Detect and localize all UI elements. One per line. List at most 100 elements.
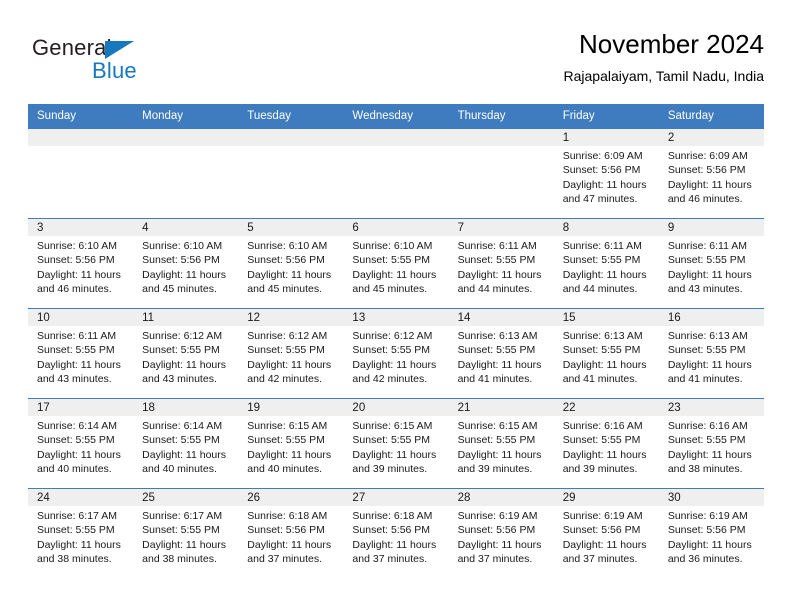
day-number: 16	[658, 309, 764, 326]
day-sun-info: Sunrise: 6:13 AM Sunset: 5:55 PM Daylight:…	[554, 326, 659, 387]
calendar-day-cell[interactable]: 16 Sunrise: 6:13 AM Sunset: 5:55 PM Dayligh…	[658, 309, 764, 398]
sunset-text: Sunset: 5:56 PM	[457, 524, 536, 537]
day-sun-info: Sunrise: 6:19 AM Sunset: 5:56 PM Daylight:…	[449, 506, 554, 567]
sunset-text: Sunset: 5:56 PM	[247, 254, 325, 267]
day-number: 6	[343, 219, 449, 236]
daylight-text: Daylight: 11 hours and 42 minutes.	[247, 358, 332, 386]
day-sun-info: Sunrise: 6:14 AM Sunset: 5:55 PM Daylight:…	[28, 416, 133, 477]
calendar-day-cell[interactable]: 21 Sunrise: 6:15 AM Sunset: 5:55 PM Dayligh…	[448, 399, 554, 488]
calendar-day-cell[interactable]: 5 Sunrise: 6:10 AM Sunset: 5:56 PM Daylight…	[238, 219, 344, 308]
calendar-day-cell[interactable]: 28 Sunrise: 6:19 AM Sunset: 5:56 PM Dayligh…	[448, 489, 554, 578]
sunrise-text: Sunrise: 6:15 AM	[247, 420, 328, 432]
day-number: 28	[448, 489, 554, 506]
sunrise-text: Sunrise: 6:18 AM	[247, 510, 328, 522]
daylight-text: Daylight: 11 hours and 38 minutes.	[142, 538, 226, 566]
calendar-weeks: 1 Sunrise: 6:09 AM Sunset: 5:56 PM Daylight…	[28, 128, 764, 578]
day-number: 8	[553, 219, 659, 236]
daylight-text: Daylight: 11 hours and 38 minutes.	[37, 538, 121, 566]
calendar-day-cell[interactable]: 22 Sunrise: 6:16 AM Sunset: 5:55 PM Dayligh…	[553, 399, 659, 488]
day-sun-info: Sunrise: 6:15 AM Sunset: 5:55 PM Daylight:…	[238, 416, 343, 477]
sunrise-text: Sunrise: 6:18 AM	[352, 510, 433, 522]
calendar-day-cell[interactable]: 17 Sunrise: 6:14 AM Sunset: 5:55 PM Dayligh…	[28, 399, 134, 488]
sunrise-text: Sunrise: 6:15 AM	[352, 420, 433, 432]
daylight-text: Daylight: 11 hours and 40 minutes.	[37, 448, 121, 476]
calendar-day-cell[interactable]: 12 Sunrise: 6:12 AM Sunset: 5:55 PM Dayligh…	[238, 309, 344, 398]
calendar-day-cell[interactable]: 29 Sunrise: 6:19 AM Sunset: 5:56 PM Dayligh…	[553, 489, 659, 578]
page-header: General Blue November 2024 Rajapalaiyam,…	[28, 28, 764, 98]
sunset-text: Sunset: 5:55 PM	[667, 344, 746, 357]
weekday-sunday: Sunday	[37, 110, 77, 122]
calendar-day-cell[interactable]: 20 Sunrise: 6:15 AM Sunset: 5:55 PM Dayligh…	[343, 399, 449, 488]
day-sun-info: Sunrise: 6:13 AM Sunset: 5:55 PM Daylight:…	[449, 326, 554, 387]
calendar-grid: Sunday Monday Tuesday Wednesday Thursday…	[28, 104, 764, 578]
daylight-text: Daylight: 11 hours and 43 minutes.	[667, 268, 752, 296]
daylight-text: Daylight: 11 hours and 40 minutes.	[142, 448, 226, 476]
daylight-text: Daylight: 11 hours and 41 minutes.	[562, 358, 647, 386]
calendar-day-cell[interactable]: 7 Sunrise: 6:11 AM Sunset: 5:55 PM Daylight…	[448, 219, 554, 308]
calendar-day-cell[interactable]: 30 Sunrise: 6:19 AM Sunset: 5:56 PM Dayligh…	[658, 489, 764, 578]
day-sun-info: Sunrise: 6:14 AM Sunset: 5:55 PM Daylight:…	[133, 416, 238, 477]
calendar-day-cell[interactable]: 8 Sunrise: 6:11 AM Sunset: 5:55 PM Daylight…	[553, 219, 659, 308]
calendar-day-cell-empty	[133, 129, 239, 218]
daylight-text: Daylight: 11 hours and 37 minutes.	[562, 538, 647, 566]
calendar-day-cell[interactable]: 14 Sunrise: 6:13 AM Sunset: 5:55 PM Dayligh…	[448, 309, 554, 398]
day-number: 1	[553, 129, 659, 146]
calendar-day-cell[interactable]: 23 Sunrise: 6:16 AM Sunset: 5:55 PM Dayligh…	[658, 399, 764, 488]
day-sun-info: Sunrise: 6:12 AM Sunset: 5:55 PM Daylight:…	[343, 326, 448, 387]
day-number: 19	[238, 399, 344, 416]
day-number: 29	[553, 489, 659, 506]
day-number: 3	[28, 219, 134, 236]
sunrise-text: Sunrise: 6:09 AM	[562, 150, 643, 162]
calendar-day-cell[interactable]: 26 Sunrise: 6:18 AM Sunset: 5:56 PM Dayligh…	[238, 489, 344, 578]
day-sun-info: Sunrise: 6:09 AM Sunset: 5:56 PM Daylight:…	[659, 146, 764, 207]
day-number: 25	[133, 489, 239, 506]
day-number: 24	[28, 489, 134, 506]
general-blue-logo[interactable]: General Blue	[32, 36, 182, 90]
daylight-text: Daylight: 11 hours and 38 minutes.	[667, 448, 752, 476]
calendar-day-cell[interactable]: 6 Sunrise: 6:10 AM Sunset: 5:55 PM Daylight…	[343, 219, 449, 308]
day-sun-info: Sunrise: 6:13 AM Sunset: 5:55 PM Daylight:…	[659, 326, 764, 387]
sunset-text: Sunset: 5:56 PM	[562, 524, 641, 537]
daylight-text: Daylight: 11 hours and 45 minutes.	[352, 268, 437, 296]
day-sun-info: Sunrise: 6:12 AM Sunset: 5:55 PM Daylight:…	[133, 326, 238, 387]
day-sun-info: Sunrise: 6:10 AM Sunset: 5:56 PM Daylight:…	[238, 236, 343, 297]
weekday-tuesday: Tuesday	[247, 110, 291, 122]
day-sun-info: Sunrise: 6:16 AM Sunset: 5:55 PM Daylight:…	[659, 416, 764, 477]
calendar-day-cell[interactable]: 2 Sunrise: 6:09 AM Sunset: 5:56 PM Daylight…	[658, 129, 764, 218]
weekday-saturday: Saturday	[667, 110, 714, 122]
day-sun-info: Sunrise: 6:18 AM Sunset: 5:56 PM Daylight:…	[238, 506, 343, 567]
sunset-text: Sunset: 5:55 PM	[142, 344, 220, 357]
sunrise-text: Sunrise: 6:12 AM	[352, 330, 433, 342]
day-number: 2	[658, 129, 764, 146]
logo-text-blue: Blue	[92, 58, 137, 83]
calendar-day-cell[interactable]: 18 Sunrise: 6:14 AM Sunset: 5:55 PM Dayligh…	[133, 399, 239, 488]
calendar-week-row: 10 Sunrise: 6:11 AM Sunset: 5:55 PM Dayligh…	[28, 308, 764, 398]
calendar-day-cell[interactable]: 27 Sunrise: 6:18 AM Sunset: 5:56 PM Dayligh…	[343, 489, 449, 578]
sunset-text: Sunset: 5:55 PM	[37, 434, 115, 447]
calendar-day-cell[interactable]: 10 Sunrise: 6:11 AM Sunset: 5:55 PM Dayligh…	[28, 309, 134, 398]
calendar-day-cell[interactable]: 3 Sunrise: 6:10 AM Sunset: 5:56 PM Daylight…	[28, 219, 134, 308]
sunset-text: Sunset: 5:56 PM	[247, 524, 325, 537]
day-number: 9	[658, 219, 764, 236]
sunrise-text: Sunrise: 6:19 AM	[562, 510, 643, 522]
weekday-friday: Friday	[562, 110, 595, 122]
calendar-day-cell[interactable]: 11 Sunrise: 6:12 AM Sunset: 5:55 PM Dayligh…	[133, 309, 239, 398]
sunrise-text: Sunrise: 6:11 AM	[457, 240, 537, 252]
sunset-text: Sunset: 5:55 PM	[562, 254, 641, 267]
calendar-day-cell[interactable]: 25 Sunrise: 6:17 AM Sunset: 5:55 PM Dayligh…	[133, 489, 239, 578]
calendar-day-cell[interactable]: 1 Sunrise: 6:09 AM Sunset: 5:56 PM Daylight…	[553, 129, 659, 218]
calendar-day-cell[interactable]: 4 Sunrise: 6:10 AM Sunset: 5:56 PM Daylight…	[133, 219, 239, 308]
calendar-day-cell[interactable]: 24 Sunrise: 6:17 AM Sunset: 5:55 PM Dayligh…	[28, 489, 134, 578]
day-sun-info: Sunrise: 6:11 AM Sunset: 5:55 PM Daylight:…	[659, 236, 764, 297]
daylight-text: Daylight: 11 hours and 45 minutes.	[247, 268, 332, 296]
calendar-day-cell[interactable]: 13 Sunrise: 6:12 AM Sunset: 5:55 PM Dayligh…	[343, 309, 449, 398]
sunrise-text: Sunrise: 6:10 AM	[37, 240, 117, 252]
calendar-day-cell[interactable]: 9 Sunrise: 6:11 AM Sunset: 5:55 PM Daylight…	[658, 219, 764, 308]
sunset-text: Sunset: 5:56 PM	[37, 254, 115, 267]
sunrise-text: Sunrise: 6:10 AM	[352, 240, 433, 252]
calendar-day-cell[interactable]: 19 Sunrise: 6:15 AM Sunset: 5:55 PM Dayligh…	[238, 399, 344, 488]
calendar-day-cell[interactable]: 15 Sunrise: 6:13 AM Sunset: 5:55 PM Dayligh…	[553, 309, 659, 398]
sunrise-text: Sunrise: 6:17 AM	[142, 510, 223, 522]
sunset-text: Sunset: 5:55 PM	[457, 344, 536, 357]
calendar-day-cell-empty	[343, 129, 449, 218]
